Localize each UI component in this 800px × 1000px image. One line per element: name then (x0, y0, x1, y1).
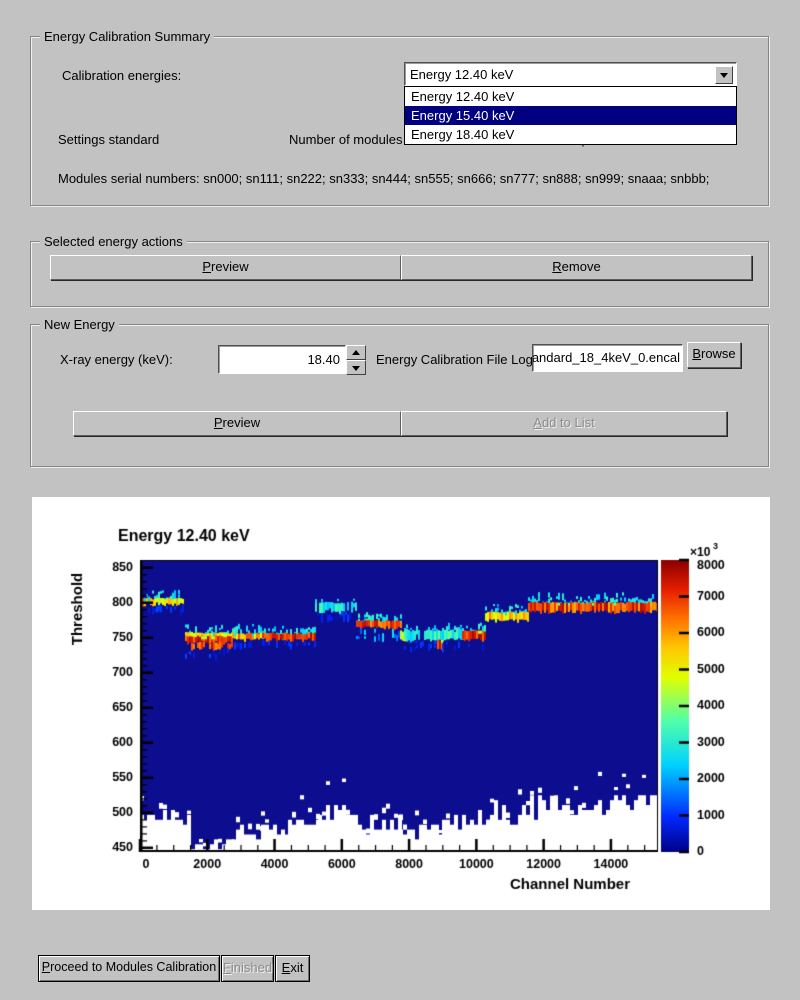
remove-button-label: Remove (402, 256, 751, 278)
finished-button-label: Finished (222, 956, 273, 979)
spin-up-button[interactable] (346, 345, 366, 360)
plot-panel (32, 497, 770, 910)
xray-energy-spinbox[interactable]: 18.40 (218, 345, 346, 374)
calibration-heatmap (32, 497, 770, 910)
preview-new-button-label: Preview (74, 412, 400, 434)
summary-groupbox-title: Energy Calibration Summary (40, 29, 214, 44)
xray-energy-label: X-ray energy (keV): (60, 352, 173, 367)
xray-energy-value: 18.40 (219, 346, 345, 373)
spin-up-icon (352, 350, 360, 355)
proceed-button-label: Proceed to Modules Calibration (39, 956, 219, 979)
spin-down-icon (352, 366, 360, 371)
chevron-down-icon (720, 73, 728, 78)
file-log-label: Energy Calibration File Log (376, 352, 533, 367)
remove-button[interactable]: Remove (401, 255, 752, 280)
dropdown-item-2[interactable]: Energy 18.40 keV (405, 125, 736, 144)
calibration-energies-label: Calibration energies: (62, 68, 181, 83)
preview-selected-button[interactable]: Preview (50, 255, 401, 280)
energy-calibration-window: { "window": {"bg": "#c2c2c2", "highlight… (0, 0, 800, 1000)
spin-down-button[interactable] (346, 360, 366, 375)
file-log-value: standard_18_4keV_0.encal (533, 345, 682, 371)
file-log-field[interactable]: standard_18_4keV_0.encal (532, 344, 683, 372)
exit-button[interactable]: Exit (275, 955, 310, 982)
combobox-arrow-button[interactable] (715, 66, 733, 84)
proceed-to-modules-calibration-button[interactable]: Proceed to Modules Calibration (38, 955, 220, 982)
preview-selected-button-label: Preview (51, 256, 400, 278)
calibration-energies-combobox[interactable]: Energy 12.40 keV (404, 62, 737, 86)
preview-new-button[interactable]: Preview (73, 411, 401, 436)
finished-button[interactable]: Finished (221, 955, 274, 982)
settings-label: Settings standard (58, 132, 159, 147)
add-to-list-button[interactable]: Add to List (401, 411, 727, 436)
add-to-list-button-label: Add to List (402, 412, 726, 434)
new-energy-groupbox-title: New Energy (40, 317, 119, 332)
modules-serial-numbers-label: Modules serial numbers: sn000; sn111; sn… (58, 171, 709, 186)
exit-button-label: Exit (276, 956, 309, 979)
browse-button[interactable]: Browse (687, 342, 741, 368)
actions-groupbox-title: Selected energy actions (40, 234, 187, 249)
calibration-energies-dropdown: Energy 12.40 keV Energy 15.40 keV Energy… (404, 86, 737, 145)
dropdown-item-0[interactable]: Energy 12.40 keV (405, 87, 736, 106)
browse-button-label: Browse (688, 343, 740, 365)
combobox-value: Energy 12.40 keV (405, 63, 736, 86)
number-of-modules-label: Number of modules 12 (289, 132, 421, 147)
dropdown-item-1[interactable]: Energy 15.40 keV (405, 106, 736, 125)
